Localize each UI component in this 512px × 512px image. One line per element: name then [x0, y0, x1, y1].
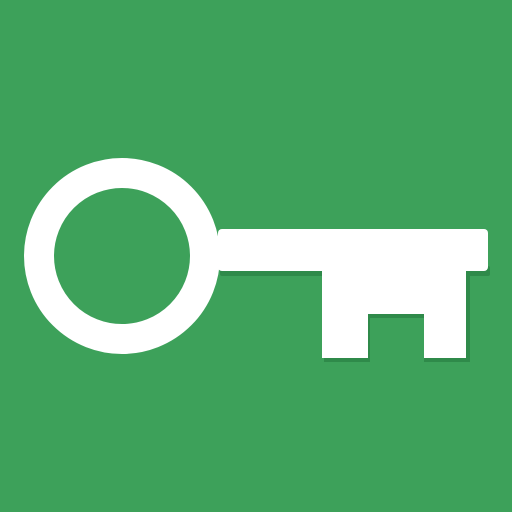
key-icon-graphic [0, 0, 512, 512]
key-shaft [218, 229, 488, 271]
key-app-icon [0, 0, 512, 512]
